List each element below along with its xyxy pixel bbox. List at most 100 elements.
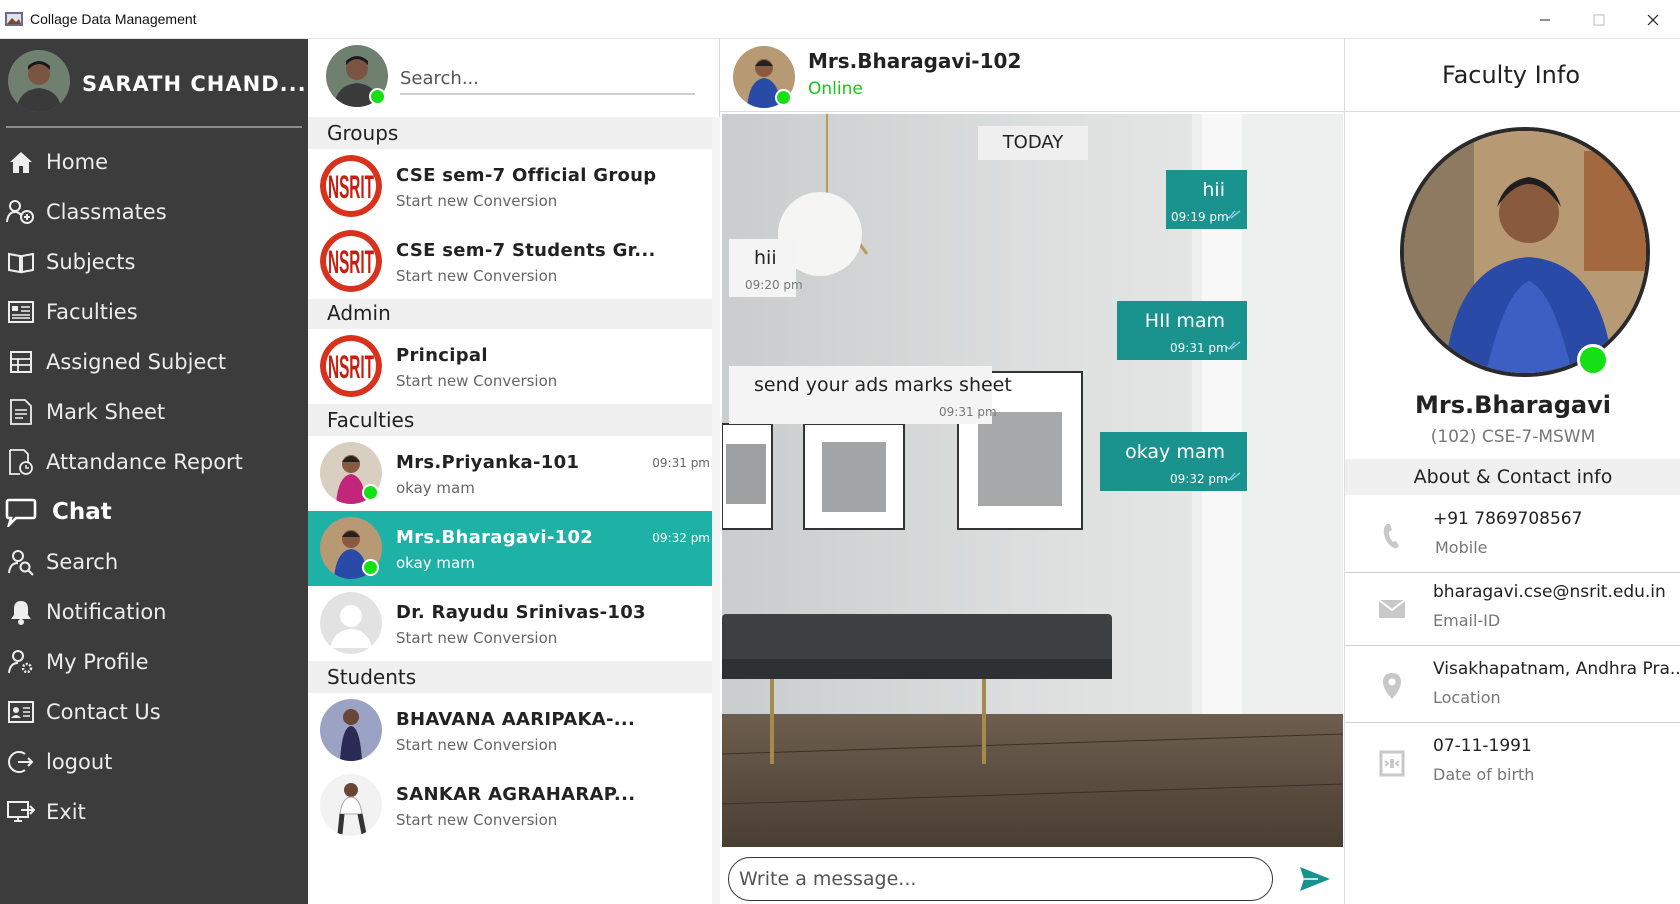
contact-subtitle: Start new Conversion bbox=[396, 267, 558, 285]
nsrit-logo-text: NSRIT bbox=[328, 169, 374, 205]
chat-contact-name: Mrs.Bharagavi-102 bbox=[808, 49, 1022, 73]
info-label: Location bbox=[1433, 688, 1501, 707]
message-text: HII mam bbox=[1144, 310, 1225, 332]
contact-name: BHAVANA AARIPAKA-... bbox=[396, 709, 636, 730]
message-bubble-outgoing[interactable]: okay mam 09:32 pm bbox=[1100, 432, 1247, 491]
search-input[interactable] bbox=[400, 63, 695, 95]
list-item[interactable]: BHAVANA AARIPAKA-... Start new Conversio… bbox=[308, 693, 712, 768]
sidebar-item-classmates[interactable]: Classmates bbox=[0, 187, 308, 237]
mark-sheet-icon bbox=[2, 397, 40, 427]
message-composer bbox=[720, 847, 1344, 904]
info-row-email[interactable]: bharagavi.cse@nsrit.edu.in Email-ID bbox=[1345, 570, 1680, 646]
sidebar-item-assigned-subject[interactable]: Assigned Subject bbox=[0, 337, 308, 387]
message-time: 09:32 pm bbox=[652, 531, 710, 545]
sidebar-profile[interactable]: SARATH CHAND... bbox=[6, 48, 306, 124]
sidebar-item-my-profile[interactable]: My Profile bbox=[0, 637, 308, 687]
info-row-dob[interactable]: 07-11-1991 Date of birth bbox=[1345, 724, 1680, 800]
exit-icon bbox=[2, 797, 40, 827]
calendar-icon bbox=[1377, 748, 1407, 778]
list-item[interactable]: NSRIT CSE sem-7 Official Group Start new… bbox=[308, 149, 712, 224]
faculty-photo[interactable] bbox=[1400, 127, 1650, 377]
chat-panel: Mrs.Bharagavi-102 Online TODAY hii 09:19… bbox=[720, 39, 1344, 904]
section-header-students: Students bbox=[308, 661, 712, 693]
contact-name: SANKAR AGRAHARAP... bbox=[396, 784, 636, 805]
contact-name: Mrs.Bharagavi-102 bbox=[396, 527, 594, 548]
phone-icon bbox=[1377, 521, 1407, 551]
nsrit-logo-text: NSRIT bbox=[328, 244, 374, 280]
profile-settings-icon bbox=[2, 647, 40, 677]
sidebar-item-label: logout bbox=[46, 750, 113, 774]
message-text: hii bbox=[1202, 179, 1225, 201]
info-row-location[interactable]: Visakhapatnam, Andhra Pra... Location bbox=[1345, 647, 1680, 723]
message-text: send your ads marks sheet bbox=[754, 374, 1012, 396]
online-indicator bbox=[1577, 344, 1609, 376]
sidebar-item-notification[interactable]: Notification bbox=[0, 587, 308, 637]
message-text: okay mam bbox=[1125, 441, 1225, 463]
online-indicator bbox=[362, 559, 379, 576]
info-panel-title: Faculty Info bbox=[1345, 39, 1680, 112]
list-item[interactable]: SANKAR AGRAHARAP... Start new Conversion bbox=[308, 768, 712, 843]
sidebar-nav: Home Classmates Subjects Faculties Assig… bbox=[0, 137, 308, 837]
list-item[interactable]: Mrs.Priyanka-101 okay mam 09:31 pm bbox=[308, 436, 712, 511]
message-input[interactable] bbox=[728, 857, 1273, 901]
contact-subtitle: Start new Conversion bbox=[396, 736, 558, 754]
chat-message-area[interactable]: TODAY hii 09:19 pm hii 09:20 pm HII mam … bbox=[722, 114, 1343, 847]
sidebar-item-search[interactable]: Search bbox=[0, 537, 308, 587]
message-time: 09:20 pm bbox=[745, 278, 803, 292]
maximize-button[interactable] bbox=[1572, 0, 1626, 39]
message-bubble-outgoing[interactable]: hii 09:19 pm bbox=[1166, 170, 1247, 229]
info-value: bharagavi.cse@nsrit.edu.in bbox=[1433, 582, 1666, 602]
sidebar-item-label: Contact Us bbox=[46, 700, 161, 724]
contact-name: Dr. Rayudu Srinivas-103 bbox=[396, 602, 646, 623]
bell-icon bbox=[2, 597, 40, 627]
search-user-icon bbox=[2, 547, 40, 577]
contact-list-scrollbar[interactable] bbox=[712, 117, 720, 904]
sidebar-item-attandance-report[interactable]: Attandance Report bbox=[0, 437, 308, 487]
info-row-mobile[interactable]: +91 7869708567 Mobile bbox=[1345, 497, 1680, 573]
sidebar-item-faculties[interactable]: Faculties bbox=[0, 287, 308, 337]
sidebar-item-contact-us[interactable]: Contact Us bbox=[0, 687, 308, 737]
sidebar-item-mark-sheet[interactable]: Mark Sheet bbox=[0, 387, 308, 437]
maximize-icon bbox=[1593, 14, 1605, 25]
contact-subtitle: Start new Conversion bbox=[396, 811, 558, 829]
contact-subtitle: Start new Conversion bbox=[396, 372, 558, 390]
about-section-title: About & Contact info bbox=[1345, 459, 1680, 495]
contact-name: CSE sem-7 Students Gr... bbox=[396, 240, 656, 261]
sidebar-item-home[interactable]: Home bbox=[0, 137, 308, 187]
message-bubble-outgoing[interactable]: HII mam 09:31 pm bbox=[1117, 301, 1247, 360]
message-time: 09:31 pm bbox=[652, 456, 710, 470]
close-icon bbox=[1647, 14, 1659, 25]
close-button[interactable] bbox=[1626, 0, 1680, 39]
list-item[interactable]: NSRIT CSE sem-7 Students Gr... Start new… bbox=[308, 224, 712, 299]
contact-name: Principal bbox=[396, 345, 488, 366]
read-check-icon bbox=[1225, 210, 1241, 219]
message-bubble-incoming[interactable]: send your ads marks sheet 09:31 pm bbox=[729, 366, 1012, 424]
sidebar-item-label: Notification bbox=[46, 600, 167, 624]
sidebar-item-logout[interactable]: logout bbox=[0, 737, 308, 787]
chat-header: Mrs.Bharagavi-102 Online bbox=[720, 39, 1344, 112]
sidebar-item-exit[interactable]: Exit bbox=[0, 787, 308, 837]
sidebar-item-label: Subjects bbox=[46, 250, 136, 274]
send-icon[interactable] bbox=[1298, 864, 1332, 894]
faculties-icon bbox=[2, 297, 40, 327]
date-separator: TODAY bbox=[978, 126, 1088, 160]
list-item[interactable]: NSRIT Principal Start new Conversion bbox=[308, 329, 712, 404]
report-icon bbox=[2, 447, 40, 477]
sidebar-item-chat[interactable]: Chat bbox=[0, 487, 308, 537]
user-name: SARATH CHAND... bbox=[82, 72, 307, 96]
assigned-subject-icon bbox=[2, 347, 40, 377]
sidebar-item-subjects[interactable]: Subjects bbox=[0, 237, 308, 287]
read-check-icon bbox=[1225, 341, 1241, 350]
contact-avatar bbox=[320, 699, 382, 761]
list-item-selected[interactable]: Mrs.Bharagavi-102 okay mam 09:32 pm bbox=[308, 511, 712, 586]
minimize-icon bbox=[1540, 19, 1550, 20]
list-item[interactable]: Dr. Rayudu Srinivas-103 Start new Conver… bbox=[308, 586, 712, 661]
sidebar: SARATH CHAND... Home Classmates Subjects… bbox=[0, 39, 308, 904]
chat-background-image bbox=[722, 114, 1343, 847]
message-time: 09:19 pm bbox=[1171, 210, 1229, 224]
message-text: hii bbox=[754, 247, 777, 269]
message-bubble-incoming[interactable]: hii 09:20 pm bbox=[729, 239, 803, 297]
minimize-button[interactable] bbox=[1518, 0, 1572, 39]
classmates-icon bbox=[2, 197, 40, 227]
contacts-panel: Groups NSRIT CSE sem-7 Official Group St… bbox=[308, 39, 720, 904]
